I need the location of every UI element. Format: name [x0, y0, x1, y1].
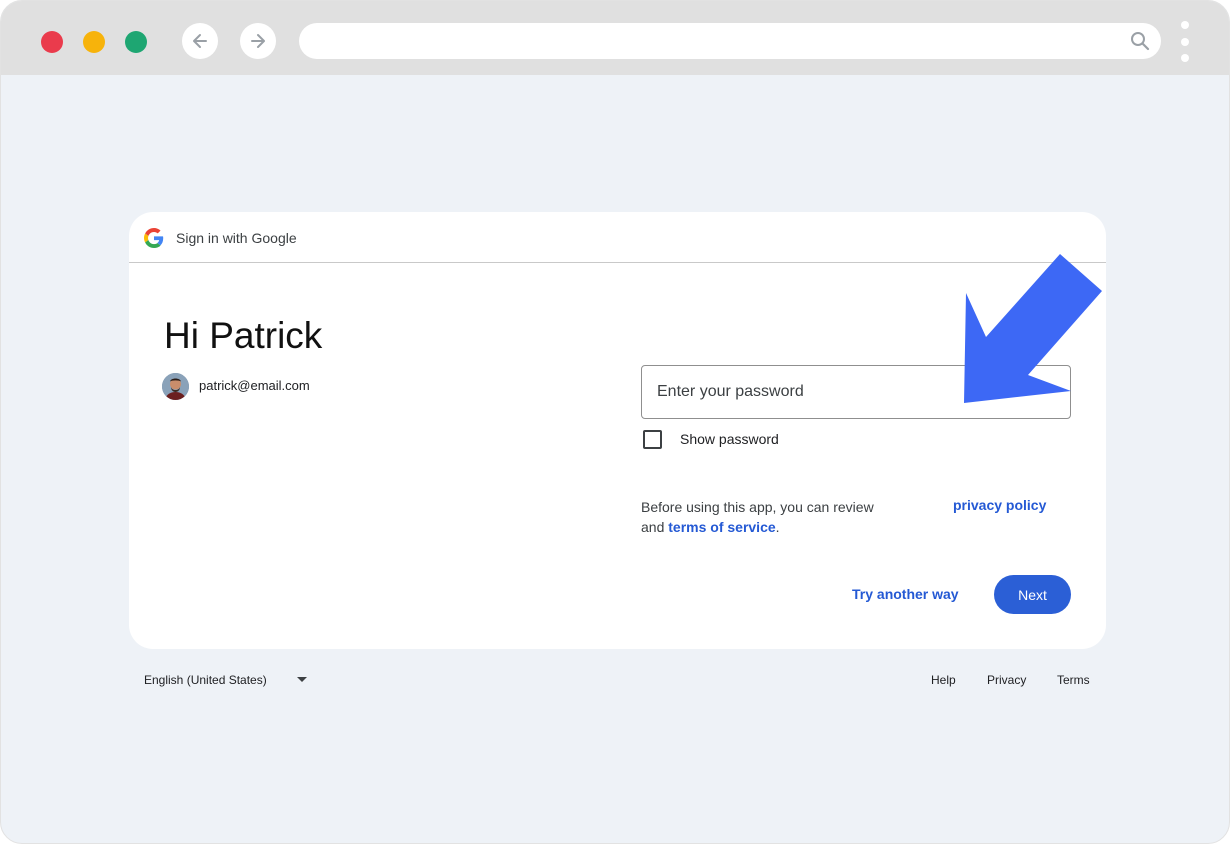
- notice-line-1: Before using this app, you can review: [641, 499, 874, 515]
- terms-of-service-link[interactable]: terms of service: [668, 519, 775, 535]
- footer-help-link[interactable]: Help: [931, 673, 956, 687]
- pointer-arrow-icon: [964, 254, 1102, 403]
- user-photo-icon: [162, 373, 189, 400]
- close-window-button[interactable]: [41, 31, 63, 53]
- language-selector[interactable]: English (United States): [144, 673, 267, 687]
- notice-and: and: [641, 519, 665, 535]
- google-logo-icon: [144, 228, 164, 248]
- footer-privacy-link[interactable]: Privacy: [987, 673, 1026, 687]
- forward-button[interactable]: [240, 23, 276, 59]
- next-button[interactable]: Next: [994, 575, 1071, 614]
- greeting-heading: Hi Patrick: [164, 315, 323, 356]
- arrow-right-icon: [251, 34, 265, 48]
- terms-notice: Before using this app, you can review an…: [641, 497, 874, 537]
- back-button[interactable]: [182, 23, 218, 59]
- kebab-menu-icon[interactable]: [1179, 21, 1191, 63]
- account-email: patrick@email.com: [199, 378, 310, 393]
- notice-period: .: [775, 519, 780, 535]
- maximize-window-button[interactable]: [125, 31, 147, 53]
- card-header-title: Sign in with Google: [176, 230, 297, 246]
- address-bar[interactable]: [299, 23, 1161, 59]
- try-another-way-button[interactable]: Try another way: [852, 586, 959, 602]
- footer-terms-link[interactable]: Terms: [1057, 673, 1090, 687]
- caret-down-icon[interactable]: [297, 677, 307, 683]
- arrow-left-icon: [193, 34, 207, 48]
- avatar: [162, 373, 189, 400]
- privacy-policy-link[interactable]: privacy policy: [953, 497, 1046, 513]
- browser-window: Sign in with Google Hi Patrick patrick@e…: [0, 0, 1230, 844]
- show-password-checkbox[interactable]: [643, 430, 662, 449]
- search-icon[interactable]: [1129, 30, 1151, 52]
- show-password-label[interactable]: Show password: [680, 431, 779, 447]
- minimize-window-button[interactable]: [83, 31, 105, 53]
- browser-titlebar: [1, 1, 1229, 75]
